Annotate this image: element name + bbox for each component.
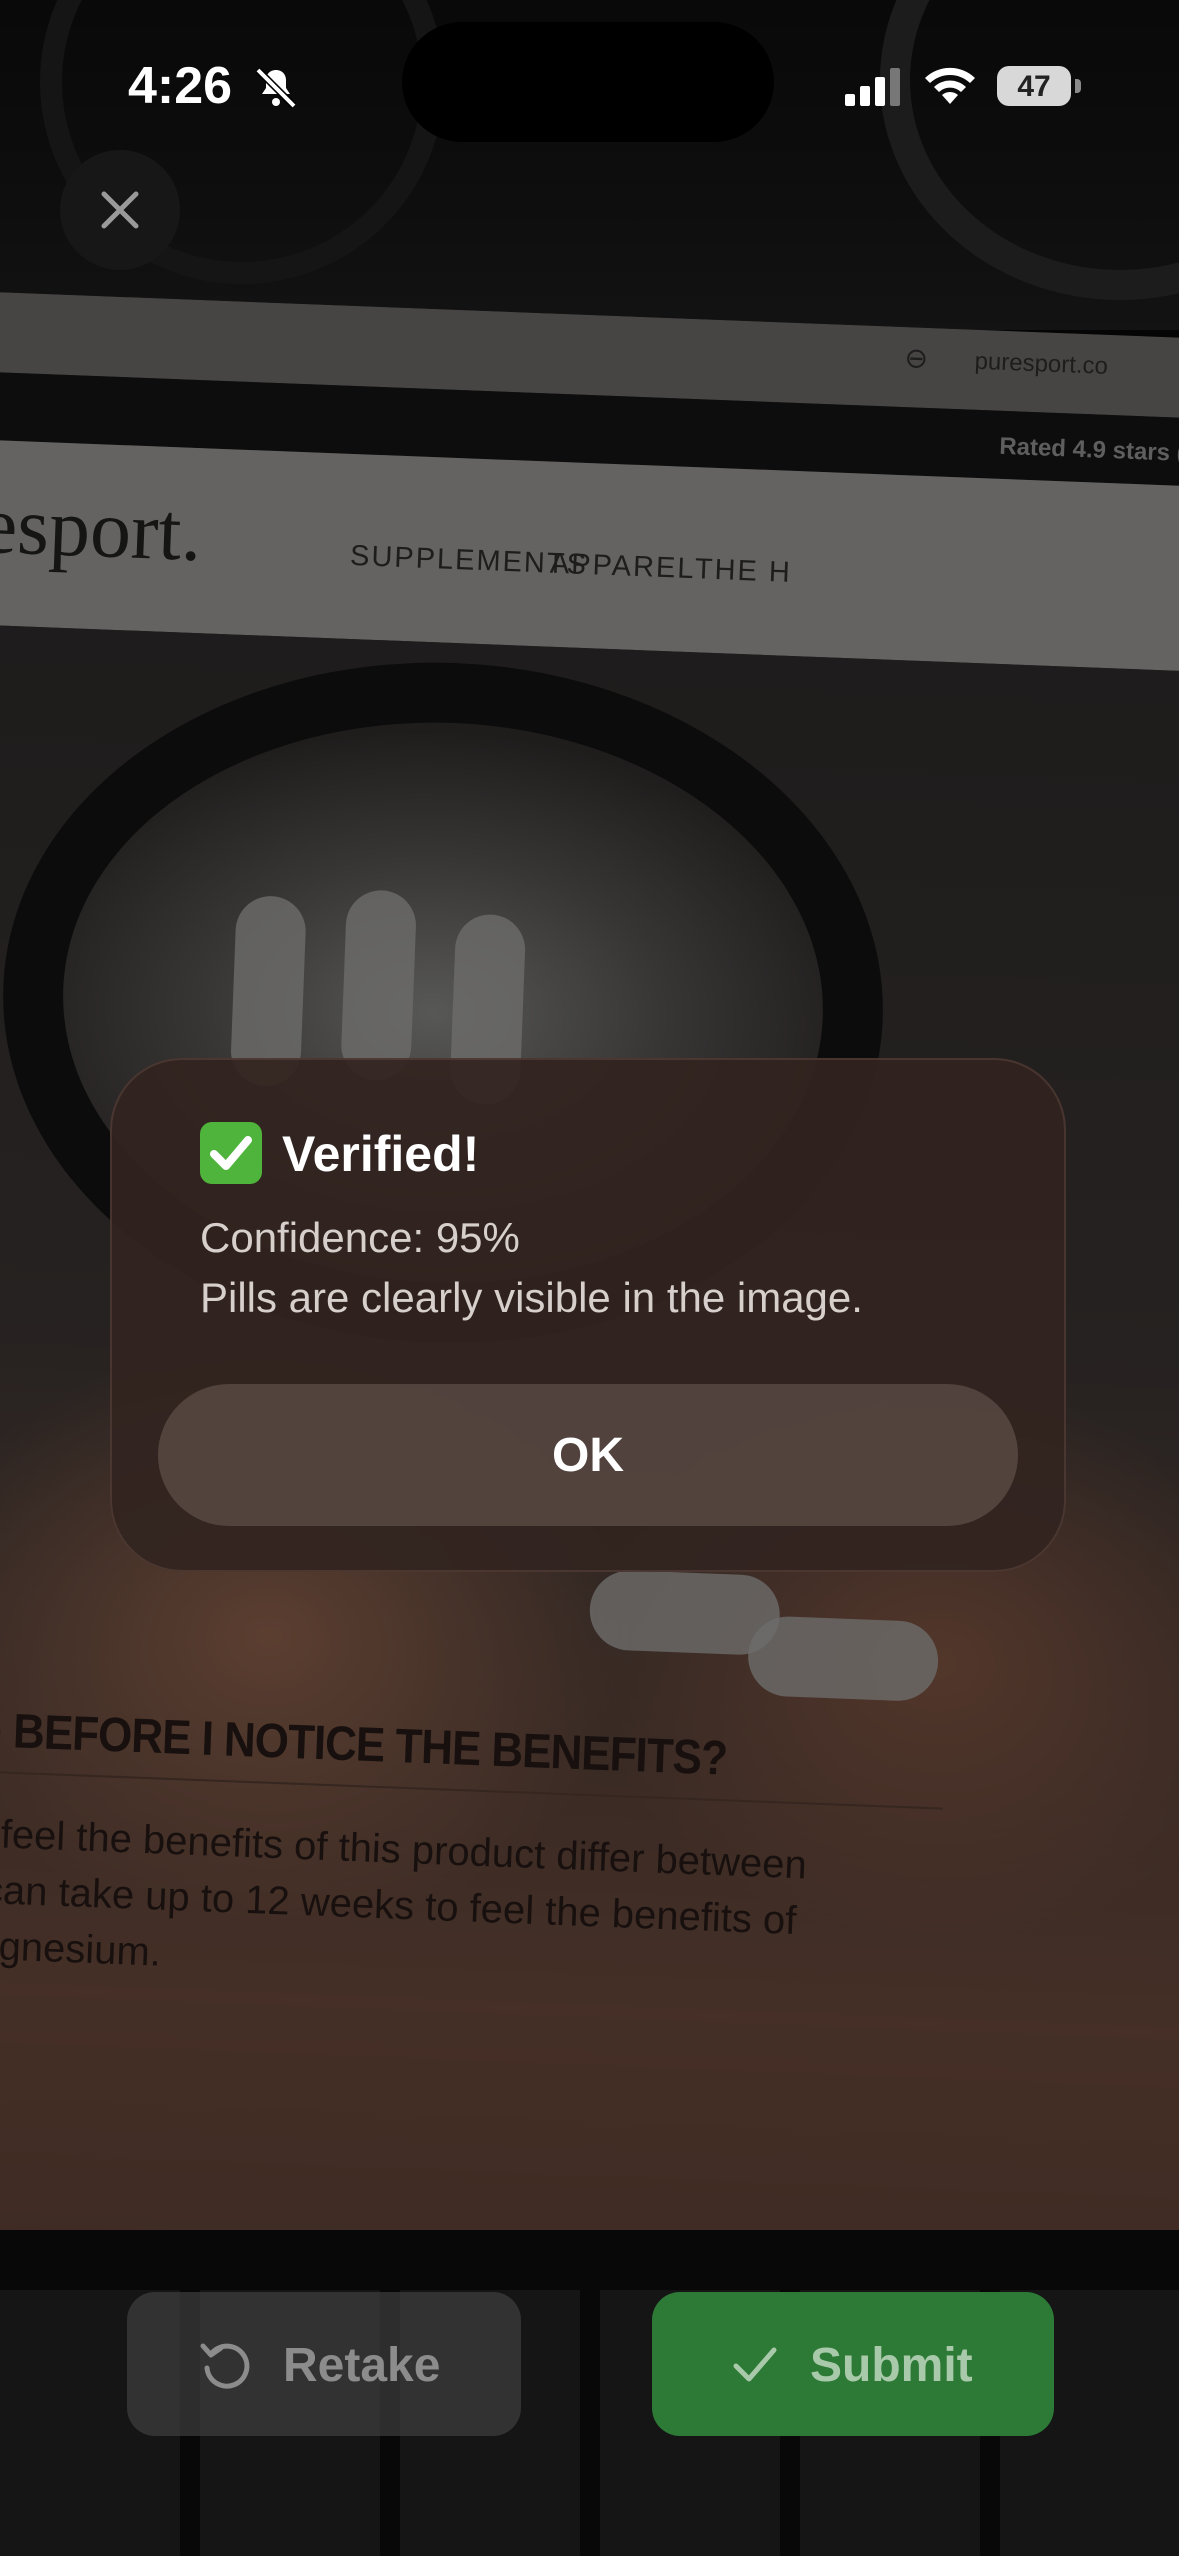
rotate-ccw-icon: [200, 2343, 250, 2389]
check-mark-button-icon: [200, 1122, 262, 1184]
alert-title: Verified!: [282, 1126, 480, 1182]
result-text: Pills are clearly visible in the image.: [200, 1274, 863, 1321]
confidence-text: Confidence: 95%: [200, 1214, 520, 1261]
status-bar: 4:26 47: [0, 0, 1179, 150]
close-button[interactable]: [60, 150, 180, 270]
ok-button-label: OK: [552, 1429, 624, 1482]
battery-percent: 47: [1017, 70, 1051, 103]
close-icon: [101, 191, 139, 229]
verification-alert: Verified! Confidence: 95% Pills are clea…: [110, 1058, 1066, 1572]
alert-message: Confidence: 95% Pills are clearly visibl…: [200, 1208, 863, 1328]
battery-icon: 47: [997, 66, 1071, 106]
cellular-signal-icon: [845, 68, 900, 106]
checkmark-icon: [733, 2347, 777, 2382]
retake-button[interactable]: Retake: [127, 2292, 521, 2436]
ok-button[interactable]: OK: [158, 1384, 1018, 1526]
submit-label: Submit: [810, 2339, 973, 2392]
wifi-icon: [925, 67, 975, 104]
retake-label: Retake: [283, 2339, 441, 2392]
dynamic-island: [402, 22, 774, 142]
battery-tip: [1075, 79, 1081, 93]
bell-slash-icon: [255, 67, 297, 109]
submit-button[interactable]: Submit: [652, 2292, 1054, 2436]
status-time: 4:26: [128, 57, 233, 115]
